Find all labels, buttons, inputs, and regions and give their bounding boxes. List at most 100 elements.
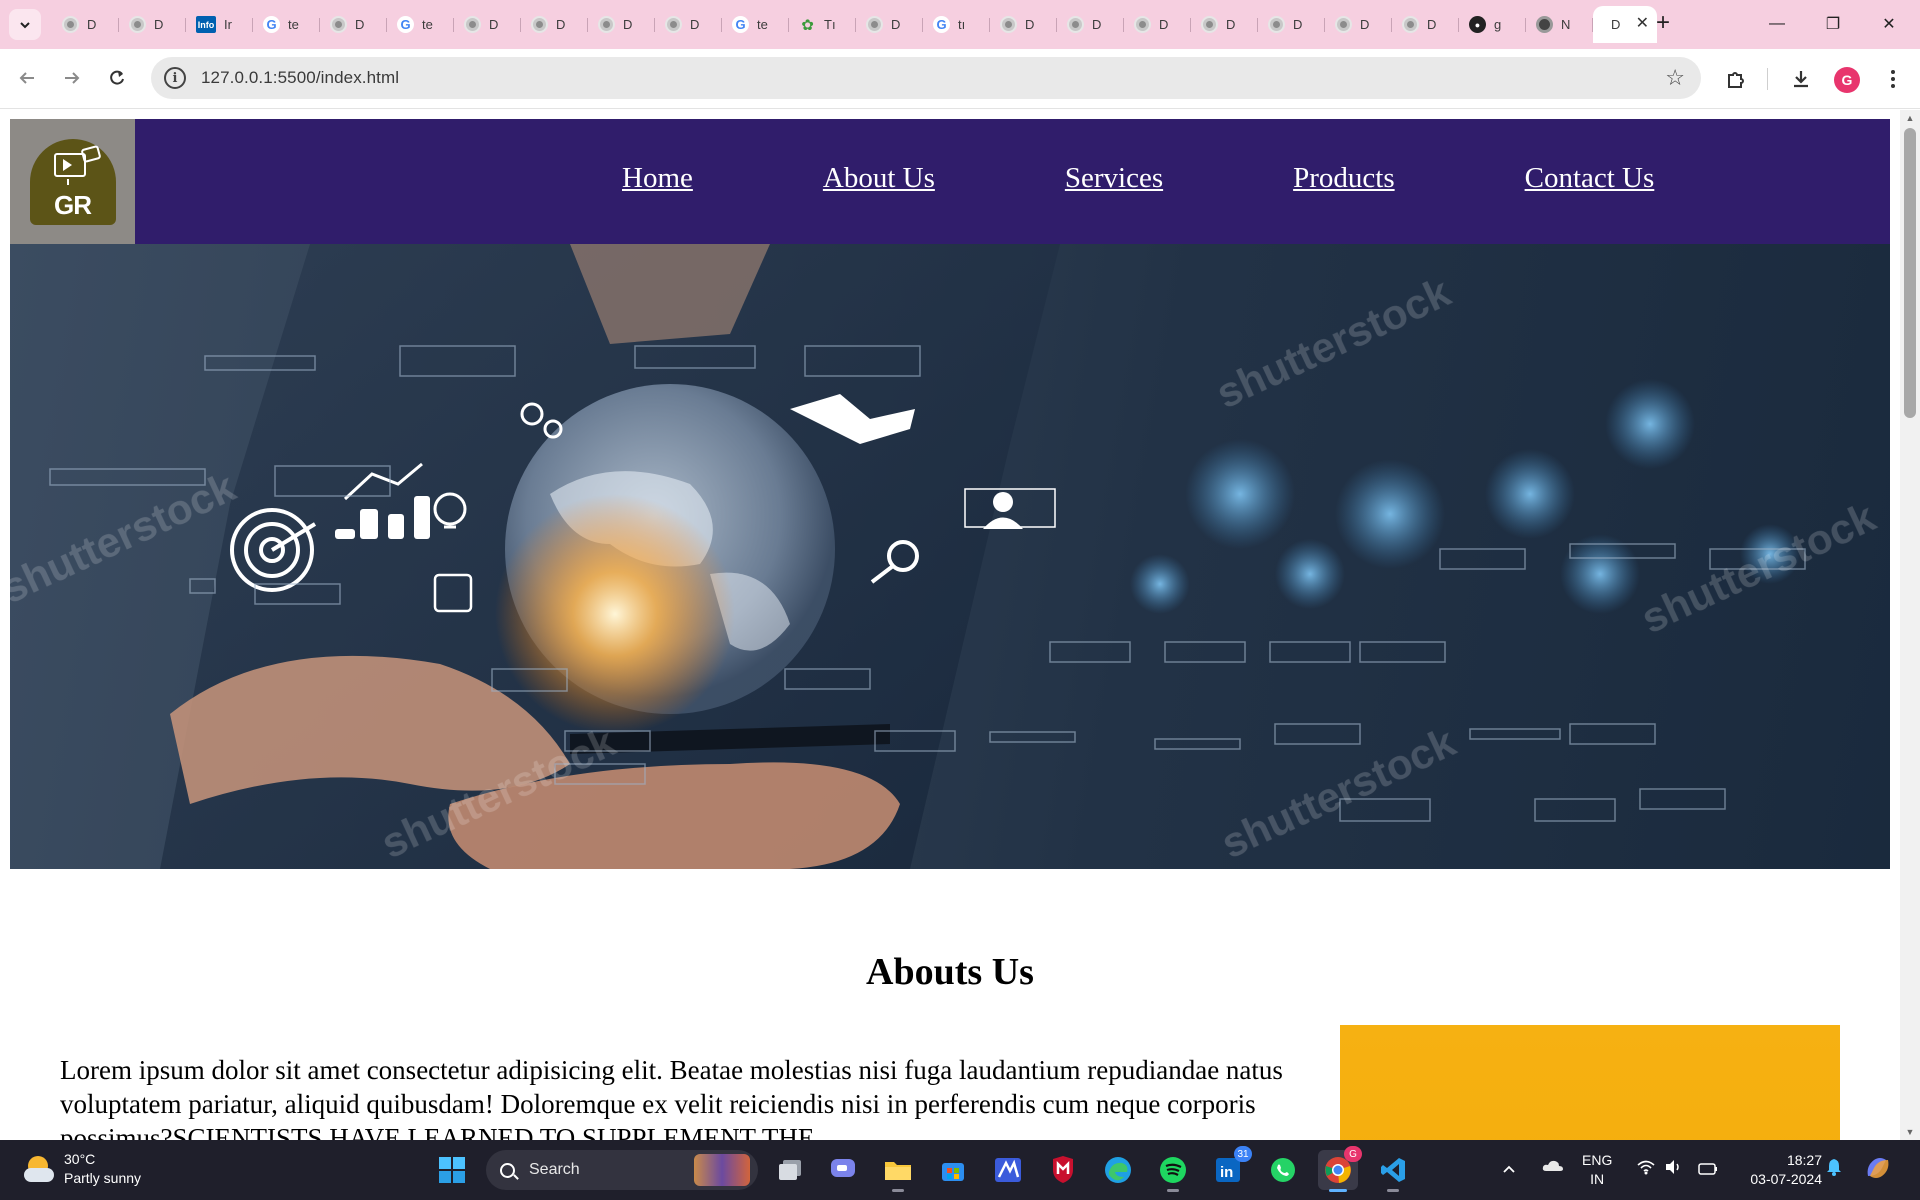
vertical-scrollbar[interactable]: ▲ ▼ — [1900, 110, 1920, 1140]
wifi-icon[interactable] — [1636, 1159, 1656, 1180]
site-info-icon[interactable]: i — [164, 67, 186, 89]
nav-link-about-us[interactable]: About Us — [823, 162, 935, 195]
nav-link-contact-us[interactable]: Contact Us — [1525, 162, 1655, 195]
clock[interactable]: 18:27 03-07-2024 — [1736, 1151, 1822, 1189]
tab-title: D — [489, 17, 499, 32]
downloads-button[interactable] — [1784, 62, 1818, 96]
forward-button[interactable] — [56, 62, 88, 94]
site-logo[interactable]: GR — [10, 119, 135, 244]
nav-link-products[interactable]: Products — [1293, 162, 1395, 195]
browser-menu-button[interactable] — [1876, 62, 1910, 96]
close-icon[interactable]: ✕ — [1636, 16, 1649, 32]
whatsapp-button[interactable] — [1263, 1150, 1303, 1190]
megaphone-icon — [79, 144, 102, 163]
minimize-button[interactable]: — — [1754, 6, 1800, 42]
browser-tab[interactable]: D — [1258, 6, 1325, 43]
tab-title: Ir — [224, 17, 232, 32]
notification-bell-icon[interactable] — [1826, 1158, 1842, 1181]
puzzle-icon — [1728, 72, 1744, 88]
light-flare — [495, 494, 735, 734]
weather-widget[interactable]: 30°C Partly sunny — [22, 1150, 141, 1188]
reload-button[interactable] — [101, 62, 133, 94]
chrome-button[interactable]: G — [1318, 1146, 1362, 1192]
restore-button[interactable]: ❐ — [1810, 6, 1856, 42]
taskbar-search[interactable]: Search — [486, 1150, 758, 1190]
onedrive-icon[interactable] — [1542, 1158, 1564, 1177]
browser-tab[interactable]: N — [1526, 6, 1593, 43]
profile-avatar[interactable]: G — [1834, 67, 1860, 93]
file-explorer-button[interactable] — [878, 1150, 918, 1192]
task-view-button[interactable] — [770, 1150, 810, 1190]
browser-tab[interactable]: D — [655, 6, 722, 43]
browser-tab[interactable]: Info Ir — [186, 6, 253, 43]
browser-tab[interactable]: D — [320, 6, 387, 43]
github-favicon-icon: ● — [1469, 16, 1486, 33]
partly-sunny-icon — [22, 1152, 56, 1186]
generic-favicon-icon — [1402, 16, 1419, 33]
microsoft-store-button[interactable] — [933, 1150, 973, 1190]
about-title: Abouts Us — [866, 951, 1034, 993]
app-button[interactable] — [988, 1150, 1028, 1190]
browser-tab[interactable]: D — [990, 6, 1057, 43]
nav-link-services[interactable]: Services — [1065, 162, 1163, 195]
browser-tab[interactable]: D — [1191, 6, 1258, 43]
generic-favicon-icon — [1335, 16, 1352, 33]
windows-start-button[interactable] — [432, 1150, 472, 1190]
browser-tab[interactable]: D — [52, 6, 119, 43]
tab-title: D — [1159, 17, 1169, 32]
scroll-up-icon[interactable]: ▲ — [1900, 110, 1920, 126]
show-hidden-icons-button[interactable] — [1502, 1160, 1516, 1179]
browser-tab[interactable]: Gte — [253, 6, 320, 43]
tab-search-button[interactable] — [9, 9, 41, 40]
tab-title: D — [355, 17, 365, 32]
browser-tab[interactable]: D — [119, 6, 186, 43]
close-window-button[interactable]: ✕ — [1866, 6, 1912, 42]
nav-link-home[interactable]: Home — [622, 162, 693, 195]
watermark-text: shutterstock — [1214, 718, 1463, 867]
search-icon — [500, 1162, 515, 1178]
url-text[interactable]: 127.0.0.1:5500/index.html — [201, 68, 399, 88]
svg-text:in: in — [1220, 1164, 1233, 1181]
browser-tab[interactable]: D — [1124, 6, 1191, 43]
volume-icon[interactable] — [1664, 1159, 1682, 1180]
back-button[interactable] — [11, 62, 43, 94]
teams-chat-button[interactable] — [823, 1150, 863, 1190]
extensions-button[interactable] — [1719, 62, 1753, 96]
edge-button[interactable] — [1098, 1150, 1138, 1190]
about-paragraph: Lorem ipsum dolor sit amet consectetur a… — [60, 1055, 1283, 1140]
linkedin-button[interactable]: in 31 — [1208, 1146, 1252, 1190]
tab-title: te — [757, 17, 768, 32]
tab-strip: D D Info Ir Gte D Gte D D D D Gte ✿ Tı D Gtı D D D D D D D ● g N D… — [0, 0, 1920, 49]
spotify-icon — [1160, 1157, 1186, 1183]
battery-icon[interactable] — [1698, 1161, 1718, 1180]
generic-favicon-icon — [665, 16, 682, 33]
browser-tab[interactable]: Gte — [387, 6, 454, 43]
spotify-button[interactable] — [1153, 1150, 1193, 1192]
browser-tab[interactable]: D — [1325, 6, 1392, 43]
browser-tab[interactable]: ● g — [1459, 6, 1526, 43]
new-tab-button[interactable]: + — [1648, 8, 1678, 38]
play-icon — [62, 158, 72, 171]
browser-tab[interactable]: D — [1392, 6, 1459, 43]
mcafee-button[interactable] — [1043, 1150, 1083, 1190]
browser-tab[interactable]: ✿ Tı — [789, 6, 856, 43]
browser-tab[interactable]: D — [588, 6, 655, 43]
browser-tab[interactable]: D — [454, 6, 521, 43]
vscode-button[interactable] — [1373, 1150, 1413, 1192]
download-icon — [1794, 71, 1808, 88]
address-bar[interactable]: i 127.0.0.1:5500/index.html ☆ — [151, 57, 1701, 99]
language-indicator[interactable]: ENG IN — [1582, 1151, 1612, 1189]
browser-tab[interactable]: D — [856, 6, 923, 43]
copilot-icon[interactable] — [1864, 1154, 1892, 1187]
browser-tab[interactable]: Gtı — [923, 6, 990, 43]
weather-condition: Partly sunny — [64, 1170, 142, 1186]
browser-tab[interactable]: D — [1057, 6, 1124, 43]
browser-tab[interactable]: D — [521, 6, 588, 43]
tab-title: D — [556, 17, 566, 32]
bookmark-star-icon[interactable]: ☆ — [1665, 65, 1685, 91]
scroll-down-icon[interactable]: ▼ — [1900, 1124, 1920, 1140]
browser-tab[interactable]: Gte — [722, 6, 789, 43]
tab-title: D — [1360, 17, 1370, 32]
scroll-thumb[interactable] — [1904, 128, 1916, 418]
language-code: ENG — [1582, 1152, 1613, 1168]
